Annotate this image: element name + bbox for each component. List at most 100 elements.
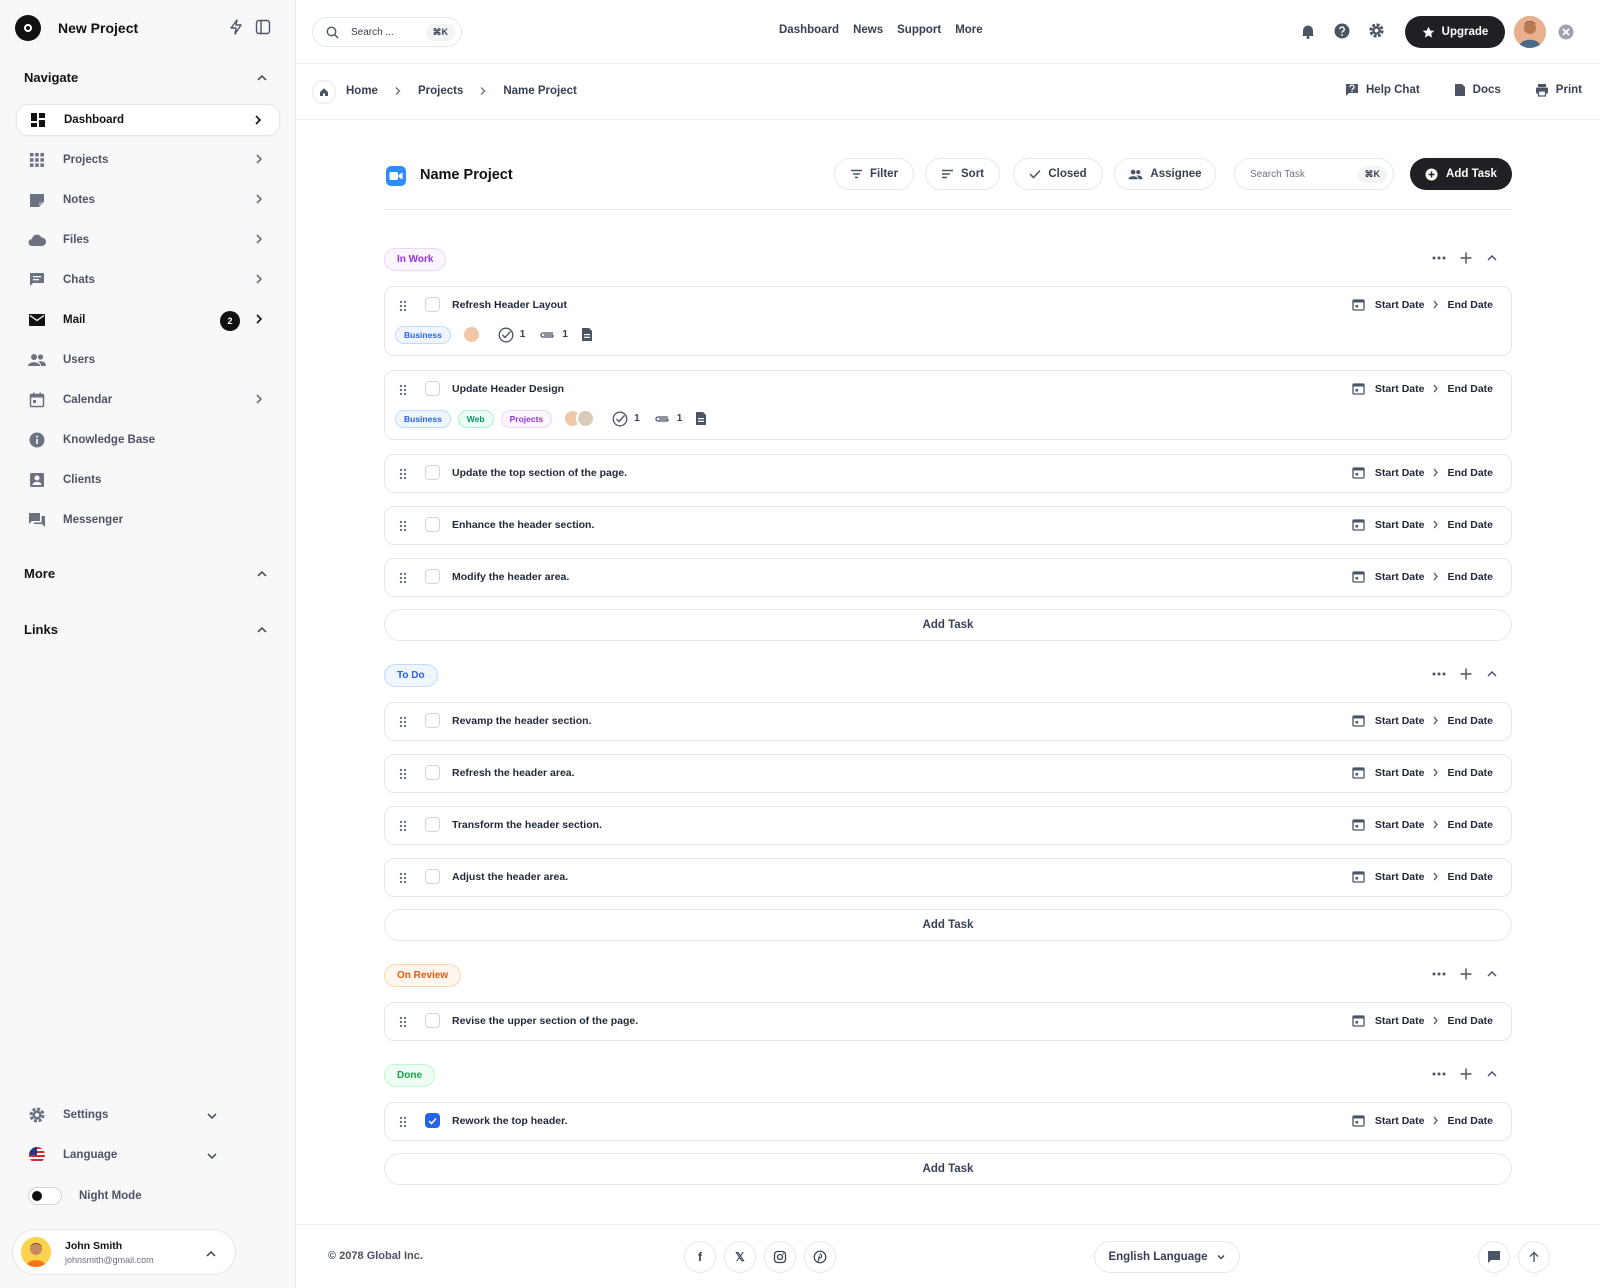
close-icon[interactable]: [1556, 22, 1576, 42]
chevron-up-icon[interactable]: [1486, 668, 1498, 680]
calendar-icon[interactable]: [1352, 298, 1365, 311]
drag-handle-icon[interactable]: [399, 572, 407, 584]
more-icon[interactable]: [1432, 256, 1446, 260]
task-name[interactable]: Transform the header section.: [452, 819, 602, 831]
links-section-header[interactable]: Links: [24, 622, 268, 637]
drag-handle-icon[interactable]: [399, 1116, 407, 1128]
instagram-icon[interactable]: [764, 1241, 796, 1273]
top-nav-support[interactable]: Support: [897, 24, 941, 36]
more-icon[interactable]: [1432, 972, 1446, 976]
start-date[interactable]: Start Date: [1375, 571, 1425, 583]
calendar-icon[interactable]: [1352, 1114, 1365, 1127]
plus-icon[interactable]: [1460, 668, 1472, 680]
assignee-button[interactable]: Assignee: [1114, 158, 1216, 190]
chevron-up-icon[interactable]: [1486, 252, 1498, 264]
help-icon[interactable]: [1334, 23, 1350, 39]
x-twitter-icon[interactable]: 𝕏: [724, 1241, 756, 1273]
chevron-up-icon[interactable]: [1486, 968, 1498, 980]
sidebar-item-calendar[interactable]: Calendar: [16, 384, 280, 416]
drag-handle-icon[interactable]: [399, 520, 407, 532]
more-icon[interactable]: [1432, 1072, 1446, 1076]
task-card[interactable]: Modify the header area. Start Date End D…: [384, 558, 1512, 597]
task-name[interactable]: Enhance the header section.: [452, 519, 594, 531]
start-date[interactable]: Start Date: [1375, 467, 1425, 479]
task-checkbox[interactable]: [425, 713, 440, 728]
more-icon[interactable]: [1432, 672, 1446, 676]
breadcrumb-current[interactable]: Name Project: [503, 85, 577, 97]
plus-icon[interactable]: [1460, 1068, 1472, 1080]
sidebar-item-users[interactable]: Users: [16, 344, 280, 376]
upgrade-button[interactable]: Upgrade: [1405, 16, 1505, 48]
closed-button[interactable]: Closed: [1013, 158, 1103, 190]
top-nav-more[interactable]: More: [955, 24, 982, 36]
drag-handle-icon[interactable]: [399, 300, 407, 312]
task-name[interactable]: Adjust the header area.: [452, 871, 568, 883]
chevron-up-icon[interactable]: [1486, 1068, 1498, 1080]
end-date[interactable]: End Date: [1447, 383, 1493, 395]
assignee-avatar[interactable]: [576, 409, 596, 428]
top-nav-news[interactable]: News: [853, 24, 883, 36]
task-card[interactable]: Refresh Header Layout Business 1 1 Start…: [384, 286, 1512, 356]
sidebar-item-clients[interactable]: Clients: [16, 464, 280, 496]
calendar-icon[interactable]: [1352, 382, 1365, 395]
end-date[interactable]: End Date: [1447, 819, 1493, 831]
task-card[interactable]: Transform the header section. Start Date…: [384, 806, 1512, 845]
calendar-icon[interactable]: [1352, 466, 1365, 479]
lightning-icon[interactable]: [229, 19, 243, 35]
docs-button[interactable]: Docs: [1454, 83, 1501, 97]
global-search[interactable]: Search ... ⌘K: [312, 17, 462, 47]
checklist-count[interactable]: 1: [498, 327, 525, 343]
add-task-row[interactable]: Add Task: [384, 609, 1512, 641]
sidebar-item-notes[interactable]: Notes: [16, 184, 280, 216]
end-date[interactable]: End Date: [1447, 467, 1493, 479]
add-task-row[interactable]: Add Task: [384, 909, 1512, 941]
task-checkbox[interactable]: [425, 297, 440, 312]
task-checkbox[interactable]: [425, 569, 440, 584]
sidebar-item-projects[interactable]: Projects: [16, 144, 280, 176]
breadcrumb-home[interactable]: Home: [346, 85, 378, 97]
task-card[interactable]: Adjust the header area. Start Date End D…: [384, 858, 1512, 897]
calendar-icon[interactable]: [1352, 766, 1365, 779]
task-name[interactable]: Modify the header area.: [452, 571, 569, 583]
start-date[interactable]: Start Date: [1375, 819, 1425, 831]
task-card[interactable]: Revamp the header section. Start Date En…: [384, 702, 1512, 741]
calendar-icon[interactable]: [1352, 518, 1365, 531]
task-card[interactable]: Enhance the header section. Start Date E…: [384, 506, 1512, 545]
filter-button[interactable]: Filter: [834, 158, 914, 190]
task-checkbox[interactable]: [425, 517, 440, 532]
task-name[interactable]: Refresh the header area.: [452, 767, 575, 779]
language-select[interactable]: English Language: [1094, 1241, 1240, 1273]
drag-handle-icon[interactable]: [399, 468, 407, 480]
print-button[interactable]: Print: [1535, 83, 1582, 97]
settings-item[interactable]: Settings: [28, 1106, 218, 1124]
sidebar-item-files[interactable]: Files: [16, 224, 280, 256]
end-date[interactable]: End Date: [1447, 519, 1493, 531]
task-name[interactable]: Update Header Design: [452, 383, 564, 395]
sidebar-item-dashboard[interactable]: Dashboard: [16, 104, 280, 136]
night-mode-toggle[interactable]: [28, 1187, 62, 1205]
document-icon[interactable]: [695, 411, 707, 426]
start-date[interactable]: Start Date: [1375, 1115, 1425, 1127]
end-date[interactable]: End Date: [1447, 715, 1493, 727]
add-task-button[interactable]: Add Task: [1410, 158, 1512, 190]
start-date[interactable]: Start Date: [1375, 1015, 1425, 1027]
document-icon[interactable]: [581, 327, 593, 342]
sidebar-item-messenger[interactable]: Messenger: [16, 504, 280, 536]
drag-handle-icon[interactable]: [399, 384, 407, 396]
brand[interactable]: New Project: [15, 15, 138, 41]
task-card[interactable]: Revise the upper section of the page. St…: [384, 1002, 1512, 1041]
start-date[interactable]: Start Date: [1375, 871, 1425, 883]
task-checkbox[interactable]: [425, 869, 440, 884]
plus-icon[interactable]: [1460, 252, 1472, 264]
task-checkbox[interactable]: [425, 1013, 440, 1028]
start-date[interactable]: Start Date: [1375, 383, 1425, 395]
home-button[interactable]: [312, 80, 336, 104]
task-checkbox-checked[interactable]: [425, 1113, 440, 1128]
language-item[interactable]: Language: [28, 1146, 218, 1164]
drag-handle-icon[interactable]: [399, 716, 407, 728]
tag-web[interactable]: Web: [457, 409, 494, 428]
drag-handle-icon[interactable]: [399, 872, 407, 884]
pinterest-icon[interactable]: [804, 1241, 836, 1273]
task-card[interactable]: Refresh the header area. Start Date End …: [384, 754, 1512, 793]
sort-button[interactable]: Sort: [925, 158, 1000, 190]
